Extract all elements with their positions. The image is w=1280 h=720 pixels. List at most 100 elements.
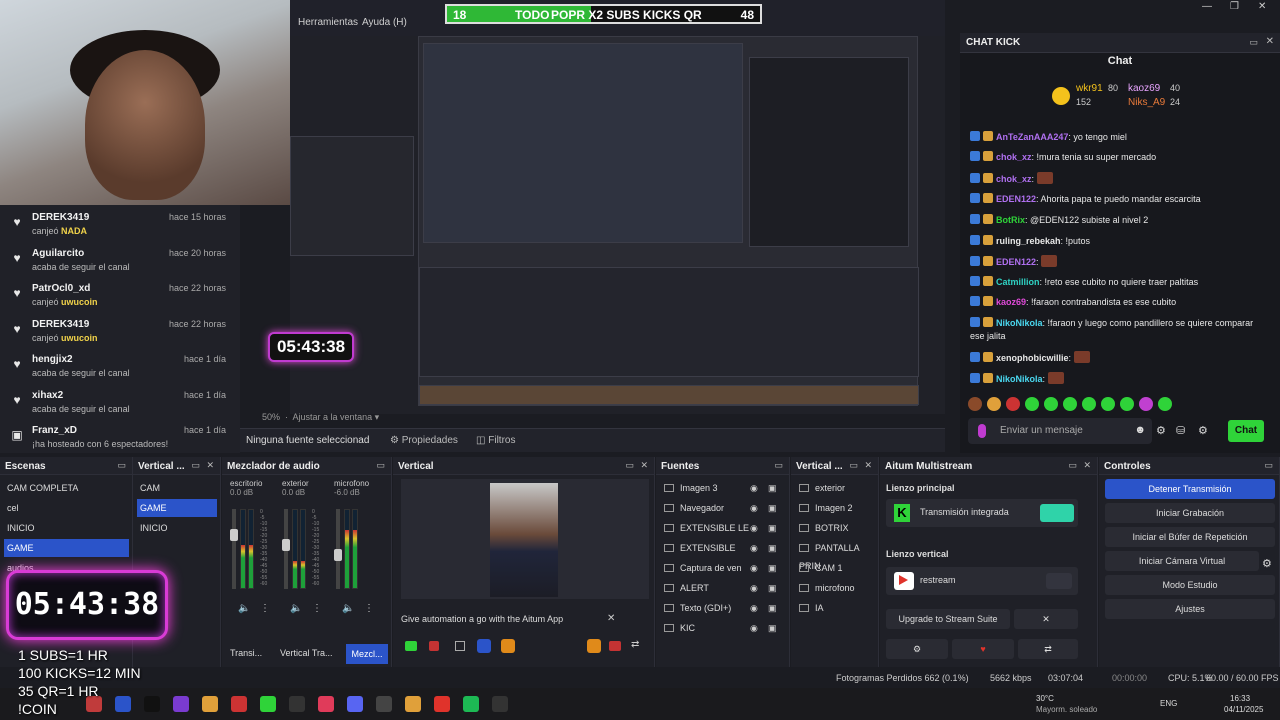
aitum-heart-button[interactable]: ♥ [952,639,1014,659]
scene-item[interactable]: GAME [4,539,129,557]
preview-zoom[interactable]: 50% · Ajustar a la ventana ▾ [262,412,379,423]
emote-icon[interactable] [1025,397,1039,411]
share-icon[interactable]: ⇄ [631,639,639,650]
cog-icon[interactable]: ⚙ [1198,424,1208,437]
float-icon[interactable]: ▭ [117,460,126,471]
close-window-icon[interactable]: ✕ [1258,1,1266,12]
taskbar-app-icon[interactable] [144,696,160,712]
stop-icon[interactable] [455,641,465,651]
close-icon[interactable]: ✕ [206,460,214,471]
vertical-source-item[interactable]: microfono [799,579,879,597]
replay-icon[interactable] [477,639,491,653]
close-icon[interactable]: ✕ [640,460,648,471]
vertical-scene-item[interactable]: GAME [137,499,217,517]
float-icon[interactable]: ▭ [625,460,634,471]
stream-icon[interactable] [405,641,417,651]
source-item[interactable]: Imagen 3 ◉ ▣ [664,479,784,497]
volume-slider-handle[interactable] [282,539,290,551]
control-button[interactable]: Iniciar Grabación [1105,503,1275,523]
float-icon[interactable]: ▭ [376,460,385,471]
taskbar-app-icon[interactable] [231,696,247,712]
volume-slider-handle[interactable] [334,549,342,561]
volume-slider[interactable] [334,509,342,589]
eye-icon[interactable]: ◉ [750,579,758,597]
chat-username[interactable]: Catmillion [996,277,1040,287]
speaker-icon[interactable]: 🔈 [342,603,354,614]
vertical-source-item[interactable]: IA [799,599,879,617]
source-item[interactable]: ALERT ◉ ▣ [664,579,784,597]
volume-slider[interactable] [282,509,290,589]
settings-gear-icon[interactable] [587,639,601,653]
lock-icon[interactable]: ▣ [768,539,777,557]
chat-username[interactable]: EDEN122 [996,194,1036,204]
emote-icon[interactable] [987,397,1001,411]
live-toggle[interactable] [1040,504,1074,522]
eye-icon[interactable]: ◉ [750,619,758,637]
scene-item[interactable]: INICIO [4,519,129,537]
more-options-icon[interactable]: ⋮ [260,603,270,614]
control-button[interactable]: Iniciar Cámara Virtual [1105,551,1259,571]
emote-icon[interactable] [1101,397,1115,411]
taskbar-app-icon[interactable] [376,696,392,712]
aitum-settings-button[interactable]: ⚙ [886,639,948,659]
close-icon[interactable]: ✕ [1083,460,1091,471]
chat-send-button[interactable]: Chat [1228,420,1264,442]
chat-username[interactable]: AnTeZanAAA247 [996,132,1068,142]
chat-username[interactable]: ruling_rebekah [996,236,1061,246]
float-icon[interactable]: ▭ [1068,460,1077,471]
aitum-share-button[interactable]: ⇄ [1018,639,1078,659]
close-ad-icon[interactable]: ✕ [607,613,615,624]
emote-icon[interactable] [1063,397,1077,411]
chat-input[interactable]: Enviar un mensaje ☻ [968,418,1152,444]
vertical-scene-item[interactable]: INICIO [137,519,217,537]
chat-username[interactable]: EDEN122 [996,257,1036,267]
vertical-source-item[interactable]: Imagen 2 [799,499,879,517]
emoji-icon[interactable]: ☻ [1134,424,1146,436]
emote-icon[interactable] [1158,397,1172,411]
scene-item[interactable]: CAM COMPLETA [4,479,129,497]
close-icon[interactable]: ✕ [1266,36,1274,47]
dismiss-upgrade-button[interactable]: ✕ [1014,609,1078,629]
more-options-icon[interactable]: ⋮ [364,603,374,614]
minimize-icon[interactable]: — [1202,1,1212,12]
chat-username[interactable]: NikoNikola [996,374,1043,384]
heart-icon[interactable] [609,641,621,651]
float-icon[interactable]: ▭ [191,460,200,471]
chat-username[interactable]: kaoz69 [996,297,1026,307]
eye-icon[interactable]: ◉ [750,559,758,577]
taskbar-app-icon[interactable] [289,696,305,712]
taskbar-app-icon[interactable] [347,696,363,712]
float-icon[interactable]: ▭ [1249,37,1258,48]
taskbar-app-icon[interactable] [492,696,508,712]
eye-icon[interactable]: ◉ [750,499,758,517]
lock-icon[interactable]: ▣ [768,559,777,577]
keyboard-lang[interactable]: ENG [1160,699,1177,708]
taskbar-app-icon[interactable] [405,696,421,712]
vertical-live-toggle[interactable] [1046,573,1072,589]
maximize-icon[interactable]: ❐ [1230,1,1239,12]
scene-item[interactable]: cel [4,499,129,517]
float-icon[interactable]: ▭ [774,460,783,471]
chat-username[interactable]: chok_xz [996,174,1032,184]
settings-icon[interactable]: ⚙ [1156,424,1166,437]
volume-slider-handle[interactable] [230,529,238,541]
lock-icon[interactable]: ▣ [768,599,777,617]
source-item[interactable]: Texto (GDI+) ◉ ▣ [664,599,784,617]
source-item[interactable]: KIC ◉ ▣ [664,619,784,637]
eye-icon[interactable]: ◉ [750,599,758,617]
control-button[interactable]: Modo Estudio [1105,575,1275,595]
source-item[interactable]: EXTENSIBLE LE ◉ ▣ [664,519,784,537]
virtual-cam-settings-icon[interactable]: ⚙ [1262,557,1272,570]
close-icon[interactable]: ✕ [864,460,872,471]
filters-button[interactable]: ◫ Filtros [476,435,515,446]
lock-icon[interactable]: ▣ [768,579,777,597]
taskbar-app-icon[interactable] [260,696,276,712]
control-button[interactable]: Iniciar el Búfer de Repetición [1105,527,1275,547]
vertical-source-item[interactable]: BOTRIX [799,519,879,537]
chat-username[interactable]: xenophobicwillie [996,353,1069,363]
menu-tools[interactable]: Herramientas [298,17,358,28]
emote-icon[interactable] [968,397,982,411]
vertical-source-item[interactable]: CAM 1 [799,559,879,577]
taskbar-app-icon[interactable] [202,696,218,712]
taskbar-app-icon[interactable] [173,696,189,712]
